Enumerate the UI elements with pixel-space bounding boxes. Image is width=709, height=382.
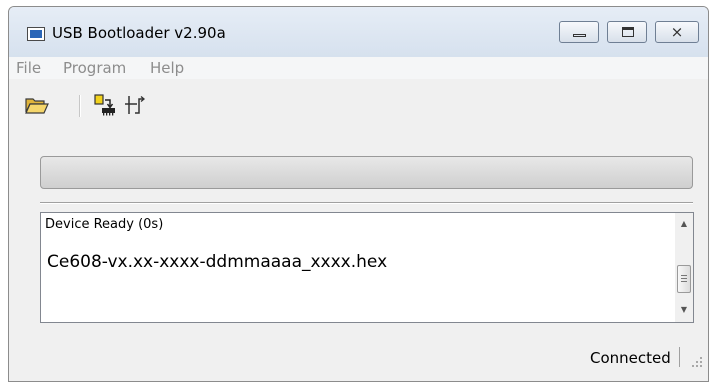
log-status-line: Device Ready (0s): [45, 217, 164, 232]
vertical-scrollbar[interactable]: ▲ ▼: [675, 213, 693, 322]
connection-status: Connected: [590, 349, 671, 367]
thumb-grip-line: [681, 281, 687, 282]
toolbar-separator: [79, 95, 81, 117]
close-icon: ⨯: [670, 23, 684, 41]
thumb-grip-line: [681, 278, 687, 279]
thumb-grip-line: [681, 275, 687, 276]
divider: [40, 202, 693, 204]
window-title: USB Bootloader v2.90a: [52, 24, 226, 42]
menu-file[interactable]: File: [16, 59, 41, 77]
close-button[interactable]: ⨯: [655, 21, 699, 43]
log-output[interactable]: Device Ready (0s) Ce608-vx.xx-xxxx-ddmma…: [40, 212, 694, 323]
toolbar: [9, 79, 708, 145]
reset-device-button[interactable]: [123, 92, 151, 118]
scroll-up-button[interactable]: ▲: [675, 215, 693, 233]
scroll-down-button[interactable]: ▼: [675, 301, 693, 319]
resize-grip-icon[interactable]: [690, 355, 704, 369]
title-bar[interactable]: USB Bootloader v2.90a ⨯: [9, 7, 708, 57]
app-window-icon[interactable]: [27, 27, 45, 41]
scroll-thumb[interactable]: [677, 265, 691, 293]
open-folder-icon: [25, 98, 49, 114]
maximize-button[interactable]: [607, 21, 647, 43]
menu-bar: File Program Help: [9, 57, 708, 79]
status-separator: [679, 347, 680, 367]
progress-bar: [40, 156, 693, 189]
menu-help[interactable]: Help: [150, 59, 184, 77]
app-window: USB Bootloader v2.90a ⨯ File Program Hel…: [8, 6, 709, 382]
menu-program[interactable]: Program: [63, 59, 126, 77]
program-device-icon: [94, 94, 115, 116]
minimize-button[interactable]: [559, 21, 599, 43]
log-file-line: Ce608-vx.xx-xxxx-ddmmaaaa_xxxx.hex: [47, 252, 388, 272]
status-bar: Connected: [9, 343, 708, 381]
program-device-button[interactable]: [91, 92, 119, 118]
open-file-button[interactable]: [23, 92, 51, 118]
reset-device-icon: [125, 96, 146, 114]
